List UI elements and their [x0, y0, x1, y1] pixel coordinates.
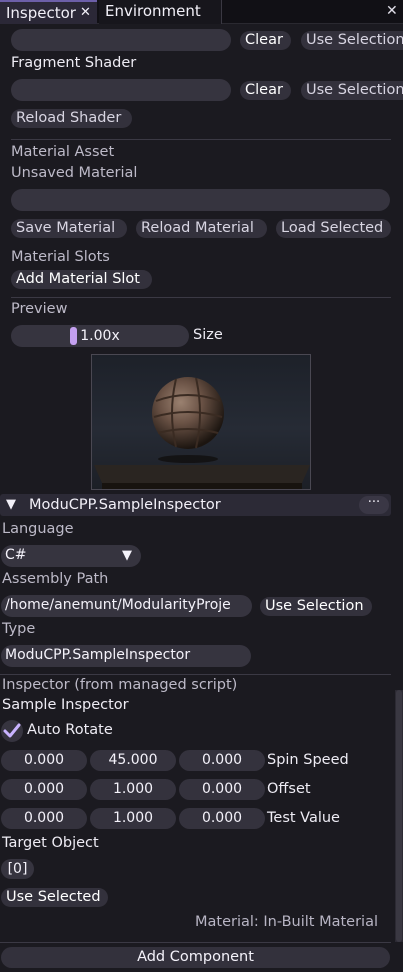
collapse-arrow-icon[interactable]: ▼ [6, 497, 16, 512]
use-selected-button[interactable]: Use Selected [1, 888, 108, 907]
offset-label: Offset [267, 781, 311, 797]
checkmark-icon [3, 723, 21, 738]
more-menu-icon[interactable]: ··· [359, 496, 389, 514]
spin-speed-z-input[interactable]: 0.000 [179, 750, 265, 771]
offset-y-input[interactable]: 1.000 [90, 779, 176, 800]
spin-speed-label: Spin Speed [267, 752, 349, 768]
managed-inspector-label: Inspector (from managed script) [2, 677, 238, 693]
language-select[interactable]: C# ▼ [1, 545, 141, 567]
close-icon[interactable]: ✕ [80, 2, 91, 24]
test-value-label: Test Value [267, 810, 340, 826]
material-info-text: Material: In-Built Material [195, 914, 378, 930]
auto-rotate-label: Auto Rotate [27, 722, 113, 738]
assembly-path-label: Assembly Path [2, 571, 109, 587]
window-close-icon[interactable]: ✕ [386, 3, 398, 19]
tab-inspector-label: Inspector [6, 4, 76, 22]
type-input[interactable]: ModuCPP.SampleInspector [1, 645, 251, 667]
tab-inspector[interactable]: Inspector ✕ [0, 0, 97, 24]
test-value-x-input[interactable]: 0.000 [1, 808, 87, 829]
vertex-clear-button[interactable]: Clear [240, 31, 291, 50]
preview-zoom-value: 1.00x [80, 328, 120, 344]
preview-size-slider[interactable]: 1.00x [11, 325, 189, 347]
assembly-path-value: /home/anemunt/ModularityProje [5, 597, 231, 613]
fragment-shader-label: Fragment Shader [11, 55, 137, 71]
spin-speed-y-input[interactable]: 45.000 [90, 750, 176, 771]
material-preview-image [91, 354, 311, 490]
material-asset-value: Unsaved Material [11, 165, 138, 181]
fragment-clear-button[interactable]: Clear [240, 81, 291, 100]
material-asset-label: Material Asset [11, 144, 115, 160]
chevron-down-icon: ▼ [122, 548, 132, 563]
vertex-shader-field[interactable] [11, 29, 231, 51]
sphere-preview-icon [94, 377, 310, 489]
offset-x-input[interactable]: 0.000 [1, 779, 87, 800]
material-path-field[interactable] [11, 189, 390, 211]
divider [11, 139, 391, 140]
preview-label: Preview [11, 301, 68, 317]
component-title: ModuCPP.SampleInspector [29, 497, 221, 513]
fragment-use-selection-button[interactable]: Use Selection [301, 81, 403, 100]
divider [0, 942, 391, 943]
auto-rotate-checkbox[interactable] [1, 720, 23, 742]
reload-shader-button[interactable]: Reload Shader [11, 109, 132, 128]
add-material-slot-button[interactable]: Add Material Slot [11, 270, 152, 289]
save-material-button[interactable]: Save Material [11, 219, 127, 238]
load-selected-button[interactable]: Load Selected [276, 219, 391, 238]
scrollbar-thumb[interactable] [396, 690, 402, 942]
fragment-shader-field[interactable] [11, 79, 231, 101]
add-component-button[interactable]: Add Component [1, 947, 390, 968]
material-slots-label: Material Slots [11, 249, 110, 265]
tab-environment-label: Environment [105, 2, 201, 20]
reload-material-button[interactable]: Reload Material [136, 219, 267, 238]
assembly-path-input[interactable]: /home/anemunt/ModularityProje [1, 595, 252, 617]
offset-z-input[interactable]: 0.000 [179, 779, 265, 800]
tab-environment[interactable]: Environment [99, 0, 222, 24]
language-value: C# [5, 547, 27, 563]
test-value-y-input[interactable]: 1.000 [90, 808, 176, 829]
target-object-field[interactable]: [0] [1, 859, 34, 879]
type-label: Type [2, 621, 36, 637]
assembly-use-selection-button[interactable]: Use Selection [260, 597, 372, 616]
type-value: ModuCPP.SampleInspector [5, 647, 191, 663]
spin-speed-x-input[interactable]: 0.000 [1, 750, 87, 771]
test-value-z-input[interactable]: 0.000 [179, 808, 265, 829]
target-object-label: Target Object [2, 835, 99, 851]
sample-inspector-label: Sample Inspector [2, 697, 129, 713]
preview-size-label: Size [193, 327, 223, 343]
divider [0, 674, 391, 675]
divider [11, 297, 391, 298]
vertex-use-selection-button[interactable]: Use Selection [301, 31, 403, 50]
language-label: Language [2, 521, 74, 537]
